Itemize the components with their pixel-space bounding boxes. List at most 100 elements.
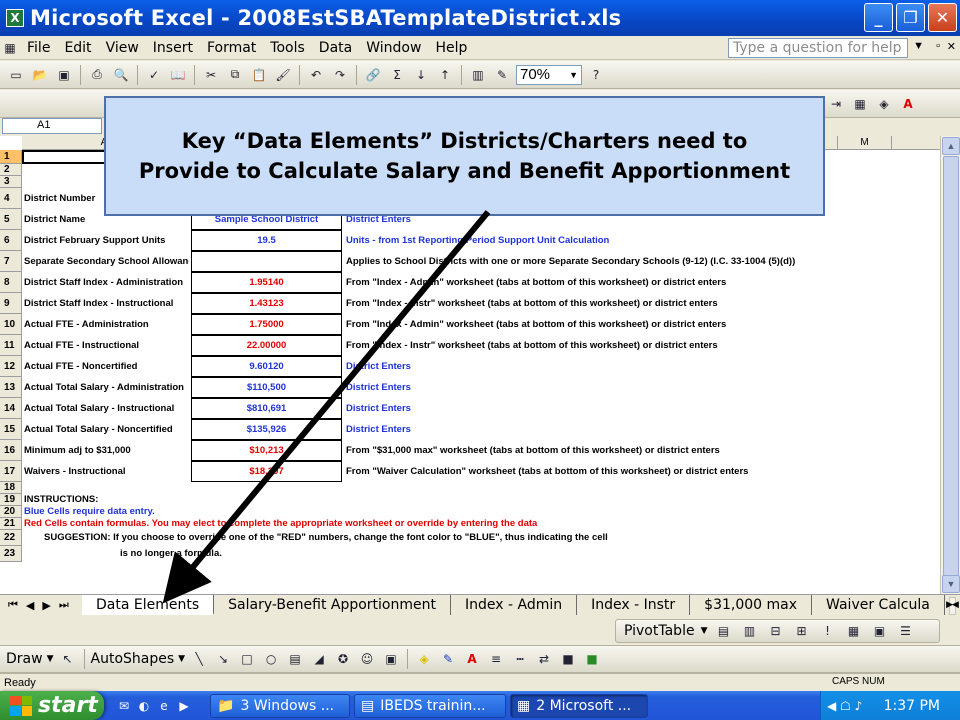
menu-window[interactable]: Window [359, 40, 428, 56]
cell-label[interactable]: District Staff Index - Instructional [24, 298, 189, 309]
tab-waiver-calc[interactable]: Waiver Calcula [812, 595, 945, 615]
open-icon[interactable]: 📂 [30, 65, 50, 85]
quicklaunch-media-icon[interactable]: ▶ [174, 696, 194, 716]
note-cell[interactable]: District Enters [346, 403, 411, 414]
start-button[interactable]: start [0, 691, 104, 720]
line-style-icon[interactable]: ≡ [486, 649, 506, 669]
field-list-icon[interactable]: ☰ [896, 621, 916, 641]
tray-icons[interactable]: ◀ ☖ ♪ [827, 699, 862, 713]
note-cell[interactable]: From "$31,000 max" worksheet (tabs at bo… [346, 445, 720, 456]
row-header[interactable]: 1 [0, 150, 22, 164]
research-icon[interactable]: 📖 [168, 65, 188, 85]
cell-label[interactable]: Actual Total Salary - Instructional [24, 403, 189, 414]
spelling-icon[interactable]: ✓ [144, 65, 164, 85]
pivot-report-icon[interactable]: ▤ [714, 621, 734, 641]
row-header[interactable]: 17 [0, 461, 22, 482]
shadow-icon[interactable]: ■ [558, 649, 578, 669]
row-header[interactable]: 14 [0, 398, 22, 419]
next-tab-icon[interactable]: ▶ [42, 599, 50, 612]
cell-label[interactable]: Actual FTE - Noncertified [24, 361, 189, 372]
table-options-icon[interactable]: ▣ [870, 621, 890, 641]
menu-view[interactable]: View [99, 40, 146, 56]
note-cell[interactable]: District Enters [346, 382, 411, 393]
workbook-icon[interactable]: ▦ [0, 38, 20, 58]
hide-detail-icon[interactable]: ⊟ [766, 621, 786, 641]
taskbar-item-windows[interactable]: 📁 3 Windows ... [210, 693, 350, 718]
pivot-chart-icon[interactable]: ▥ [740, 621, 760, 641]
cell-label[interactable]: Blue Cells require data entry. [24, 506, 155, 517]
save-icon[interactable]: ▣ [54, 65, 74, 85]
indent-icon[interactable]: ⇥ [826, 94, 846, 114]
chevron-down-icon[interactable]: ▼ [701, 626, 708, 636]
show-detail-icon[interactable]: ⊞ [792, 621, 812, 641]
cell-label[interactable]: District February Support Units [24, 235, 189, 246]
menu-insert[interactable]: Insert [146, 40, 200, 56]
horizontal-scrollbar[interactable]: ◀ ▶ [946, 597, 959, 615]
maximize-button[interactable]: ❐ [896, 3, 925, 32]
tab-data-elements[interactable]: Data Elements [82, 595, 215, 615]
oval-icon[interactable]: ○ [261, 649, 281, 669]
restore-icon[interactable]: ▫ [936, 40, 940, 52]
menu-file[interactable]: File [20, 40, 57, 56]
taskbar-item-ibeds[interactable]: ▤ IBEDS trainin... [354, 693, 506, 718]
value-cell[interactable]: 1.75000 [191, 314, 342, 335]
fill-color-icon[interactable]: ◈ [414, 649, 434, 669]
sort-descending-icon[interactable]: ↑ [435, 65, 455, 85]
row-header[interactable]: 4 [0, 188, 22, 209]
tab-index-admin[interactable]: Index - Admin [451, 595, 578, 615]
row-header[interactable]: 22 [0, 530, 22, 546]
field-settings-icon[interactable]: ▦ [844, 621, 864, 641]
chart-wizard-icon[interactable]: ▥ [468, 65, 488, 85]
value-cell[interactable]: $110,500 [191, 377, 342, 398]
value-cell[interactable]: 22.00000 [191, 335, 342, 356]
row-header[interactable]: 15 [0, 419, 22, 440]
fill-color-icon[interactable]: ◈ [874, 94, 894, 114]
row-header[interactable]: 10 [0, 314, 22, 335]
new-icon[interactable]: ▭ [6, 65, 26, 85]
vertical-scrollbar[interactable]: ▲ ▼ [940, 136, 960, 594]
autoshapes-menu[interactable]: AutoShapes [91, 651, 175, 667]
arrow-style-icon[interactable]: ⇄ [534, 649, 554, 669]
close-workbook-icon[interactable]: ✕ [947, 40, 956, 53]
help-icon[interactable]: ? [586, 65, 606, 85]
print-icon[interactable]: ⎙ [87, 65, 107, 85]
select-objects-icon[interactable]: ↖ [58, 649, 78, 669]
prev-tab-icon[interactable]: ◀ [26, 599, 34, 612]
first-tab-icon[interactable]: ⏮ [8, 599, 18, 612]
minimize-button[interactable]: _ [864, 3, 893, 32]
line-color-icon[interactable]: ✎ [438, 649, 458, 669]
row-header[interactable]: 3 [0, 176, 22, 188]
3d-icon[interactable]: ■ [582, 649, 602, 669]
row-header[interactable]: 12 [0, 356, 22, 377]
note-cell[interactable]: From "Index - Instr" worksheet (tabs at … [346, 298, 718, 309]
draw-menu[interactable]: Draw [6, 651, 43, 667]
cell-label[interactable]: Minimum adj to $31,000 [24, 445, 189, 456]
menu-data[interactable]: Data [312, 40, 359, 56]
diagram-icon[interactable]: ✪ [333, 649, 353, 669]
redo-icon[interactable]: ↷ [330, 65, 350, 85]
line-icon[interactable]: ╲ [189, 649, 209, 669]
row-header[interactable]: 11 [0, 335, 22, 356]
column-header[interactable]: M [838, 136, 892, 149]
value-cell[interactable]: $18,397 [191, 461, 342, 482]
note-cell[interactable]: District Enters [346, 361, 411, 372]
dropdown-icon[interactable]: ▼ [913, 40, 924, 52]
textbox-icon[interactable]: ▤ [285, 649, 305, 669]
refresh-icon[interactable]: ! [818, 621, 838, 641]
autosum-icon[interactable]: Σ [387, 65, 407, 85]
scroll-thumb[interactable] [943, 156, 959, 576]
rectangle-icon[interactable]: □ [237, 649, 257, 669]
paste-icon[interactable]: 📋 [249, 65, 269, 85]
note-cell[interactable]: District Enters [346, 424, 411, 435]
cell-label[interactable]: INSTRUCTIONS: [24, 494, 98, 505]
row-header[interactable]: 18 [0, 482, 22, 494]
scroll-up-icon[interactable]: ▲ [942, 137, 960, 155]
cut-icon[interactable]: ✂ [201, 65, 221, 85]
dash-style-icon[interactable]: ┅ [510, 649, 530, 669]
scroll-down-icon[interactable]: ▼ [942, 575, 960, 593]
note-cell[interactable]: Applies to School Districts with one or … [346, 256, 795, 267]
value-cell[interactable]: $810,691 [191, 398, 342, 419]
cell-label[interactable]: SUGGESTION: If you choose to override on… [44, 532, 608, 543]
value-cell[interactable]: 1.95140 [191, 272, 342, 293]
note-cell[interactable]: From "Index - Admin" worksheet (tabs at … [346, 277, 726, 288]
